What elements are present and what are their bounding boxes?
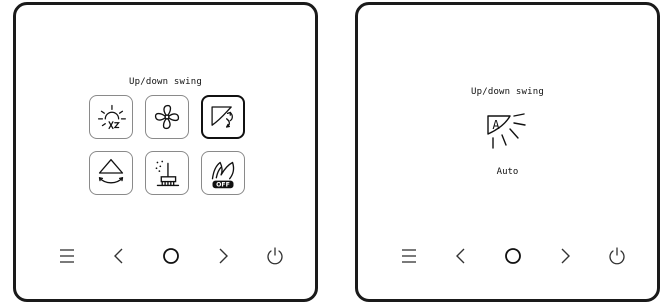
chevron-left-icon <box>456 248 465 264</box>
mode-label: Auto <box>496 167 519 177</box>
previous-button[interactable] <box>104 241 134 271</box>
power-icon <box>267 247 283 265</box>
tile-wind-off[interactable]: OFF <box>201 151 245 195</box>
next-button[interactable] <box>208 241 238 271</box>
menu-button[interactable] <box>52 241 82 271</box>
menu-icon <box>402 249 416 263</box>
sun-sleep-icon <box>97 104 126 130</box>
power-button[interactable] <box>602 241 632 271</box>
panel-title: Up/down swing <box>470 87 545 97</box>
power-icon <box>609 247 625 265</box>
left-right-swing-icon <box>98 158 124 184</box>
menu-button[interactable] <box>394 241 424 271</box>
auto-swing-icon: A <box>487 113 526 149</box>
home-circle-icon <box>505 248 521 264</box>
off-badge-text: OFF <box>216 182 230 189</box>
previous-button[interactable] <box>446 241 476 271</box>
tile-up-down-swing[interactable] <box>201 95 245 139</box>
power-button[interactable] <box>260 241 290 271</box>
tile-left-right-swing[interactable] <box>89 151 133 195</box>
menu-icon <box>60 249 74 263</box>
home-button[interactable] <box>498 241 528 271</box>
next-button[interactable] <box>550 241 580 271</box>
chevron-right-icon <box>219 248 228 264</box>
right-control-panel: Up/down swing A Auto <box>355 2 660 302</box>
tile-sun-sleep[interactable] <box>89 95 133 139</box>
tile-fan[interactable] <box>145 95 189 139</box>
panel-title: Up/down swing <box>128 77 203 87</box>
left-nav-bar <box>16 241 315 271</box>
home-button[interactable] <box>156 241 186 271</box>
right-nav-bar <box>358 241 657 271</box>
home-circle-icon <box>163 248 179 264</box>
left-control-panel: Up/down swing OFF <box>13 2 318 302</box>
auto-letter: A <box>492 118 500 132</box>
chevron-right-icon <box>561 248 570 264</box>
fan-icon <box>154 104 180 130</box>
up-down-swing-icon <box>211 106 233 128</box>
chevron-left-icon <box>114 248 123 264</box>
wind-off-icon: OFF <box>211 161 235 189</box>
tile-clean[interactable] <box>145 151 189 195</box>
clean-brush-icon <box>155 160 180 187</box>
